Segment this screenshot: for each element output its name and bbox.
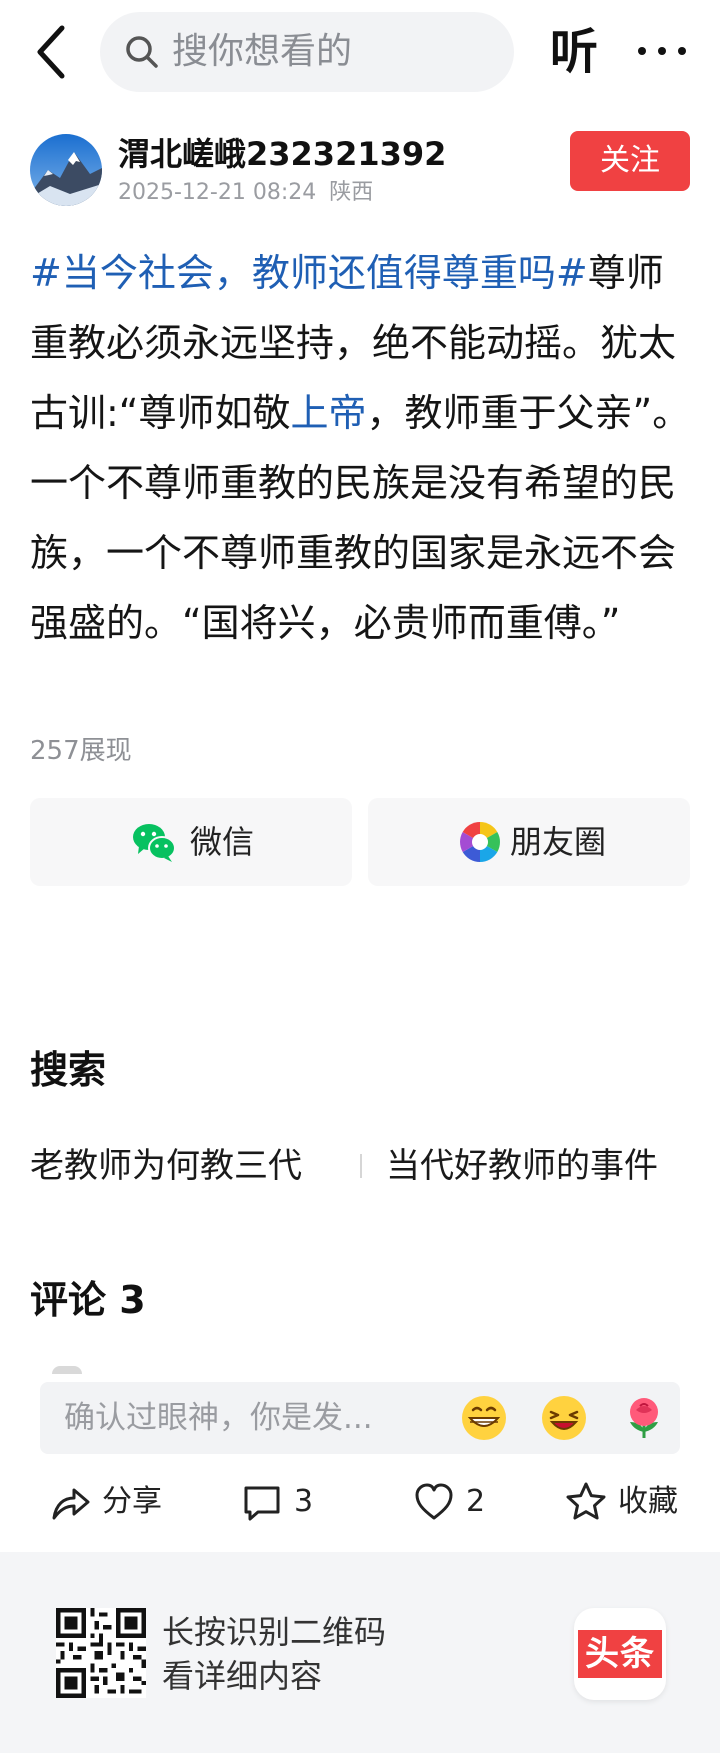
search-icon xyxy=(126,36,158,68)
back-arrow-icon[interactable] xyxy=(30,22,74,82)
like-action[interactable]: 2 xyxy=(412,1474,512,1530)
rose-emoji-icon[interactable] xyxy=(618,1392,670,1444)
mountain-avatar-icon xyxy=(30,134,102,206)
post-meta: 2025-12-21 08:24 陕西 xyxy=(118,178,373,208)
toutiao-logo: 头条 xyxy=(574,1608,666,1700)
share-wechat-label: 微信 xyxy=(190,823,255,861)
laughing-emoji-icon[interactable] xyxy=(538,1392,590,1444)
suggestion-divider xyxy=(360,1154,362,1178)
post-inline-link[interactable]: 上帝 xyxy=(291,391,367,435)
share-moments-button[interactable]: 朋友圈 xyxy=(368,798,690,886)
favorite-label: 收藏 xyxy=(618,1484,678,1519)
more-options-icon[interactable] xyxy=(634,26,690,76)
share-moments-label: 朋友圈 xyxy=(510,823,607,861)
toutiao-logo-text: 头条 xyxy=(578,1630,662,1678)
comment-count: 3 xyxy=(294,1484,314,1519)
comment-avatar xyxy=(52,1366,82,1374)
listen-button[interactable]: 听 xyxy=(550,20,598,84)
wechat-icon xyxy=(133,824,176,862)
moments-icon xyxy=(460,822,500,862)
comment-action[interactable]: 3 xyxy=(240,1474,340,1530)
top-bar: 搜你想看的 听 xyxy=(0,0,720,110)
post-body: #当今社会，教师还值得尊重吗#尊师重教必须永远坚持，绝不能动摇。犹太古训:“尊师… xyxy=(30,238,694,658)
comment-bubble-icon xyxy=(244,1486,280,1521)
search-placeholder: 搜你想看的 xyxy=(172,31,353,72)
share-action[interactable]: 分享 xyxy=(48,1474,168,1530)
search-suggestion-1[interactable]: 老教师为何教三代 xyxy=(30,1144,302,1188)
author-avatar[interactable] xyxy=(30,134,102,206)
heart-icon xyxy=(415,1483,453,1520)
footer-line2: 看详细内容 xyxy=(162,1657,323,1695)
comment-placeholder: 确认过眼神，你是发... xyxy=(64,1400,373,1436)
comments-title: 评论 3 xyxy=(30,1278,146,1322)
like-count: 2 xyxy=(466,1484,486,1519)
post-datetime: 2025-12-21 08:24 xyxy=(118,180,317,205)
view-count: 257展现 xyxy=(30,736,132,766)
search-input[interactable]: 搜你想看的 xyxy=(100,12,514,92)
search-suggestion-2[interactable]: 当代好教师的事件 xyxy=(386,1144,658,1188)
star-icon xyxy=(566,1482,606,1520)
author-name[interactable]: 渭北嵯峨232321392 xyxy=(118,134,446,174)
share-action-label: 分享 xyxy=(102,1484,162,1519)
favorite-action[interactable]: 收藏 xyxy=(564,1474,694,1530)
qr-code-icon xyxy=(56,1608,146,1698)
footer-line1: 长按识别二维码 xyxy=(162,1613,387,1651)
follow-button[interactable]: 关注 xyxy=(570,131,690,191)
share-wechat-button[interactable]: 微信 xyxy=(30,798,352,886)
post-hashtag-link[interactable]: #当今社会，教师还值得尊重吗# xyxy=(30,251,588,295)
share-arrow-icon xyxy=(52,1488,90,1520)
comment-input[interactable]: 确认过眼神，你是发... xyxy=(40,1382,680,1454)
post-location: 陕西 xyxy=(329,180,374,205)
footer-banner: 长按识别二维码 看详细内容 头条 xyxy=(0,1552,720,1753)
grin-emoji-icon[interactable] xyxy=(458,1392,510,1444)
search-section-title: 搜索 xyxy=(30,1048,107,1092)
